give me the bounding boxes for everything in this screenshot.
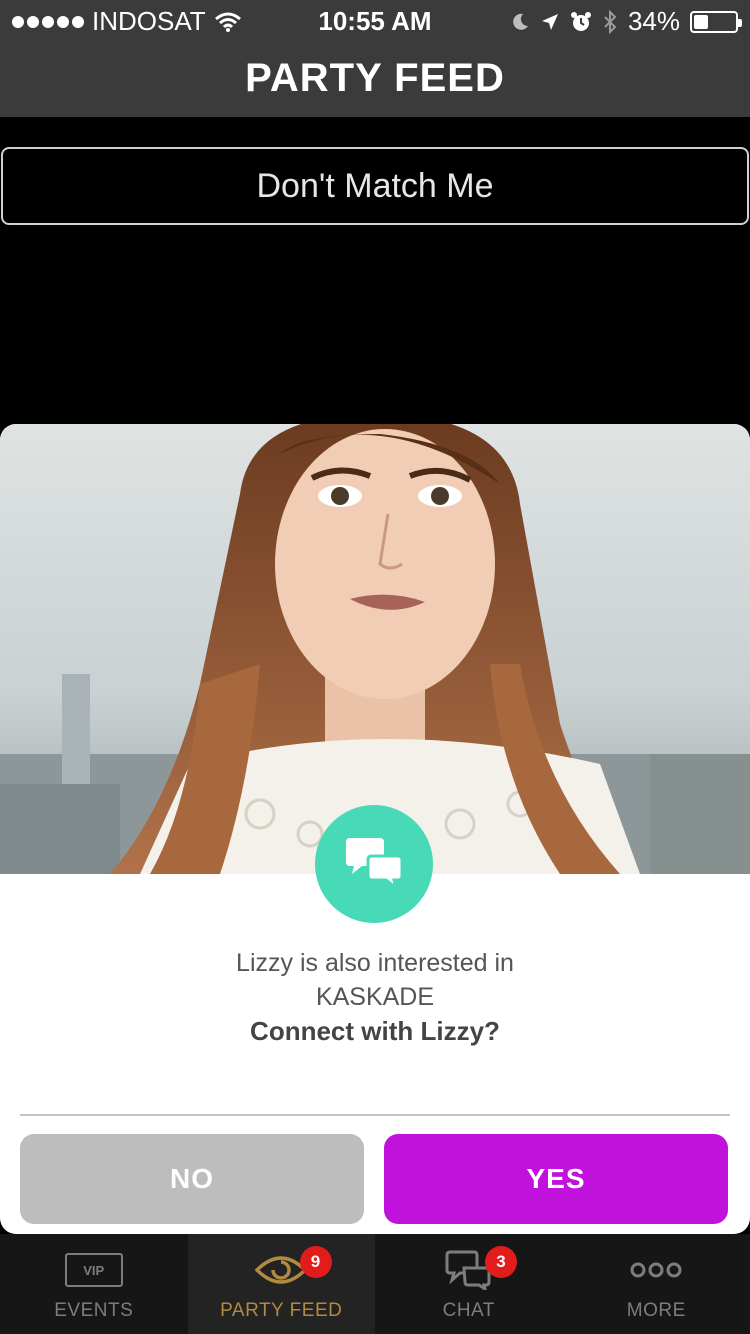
chat-badge: 3 — [485, 1246, 517, 1278]
interest-message: Lizzy is also interested in KASKADE — [0, 946, 750, 1014]
tab-party-feed[interactable]: 9 PARTY FEED — [187, 1234, 375, 1334]
interest-line-1: Lizzy is also interested in — [236, 949, 514, 977]
tab-bar: VIP EVENTS 9 PARTY FEED 3 CHAT MORE — [0, 1234, 750, 1334]
status-bar: INDOSAT 10:55 AM 34% — [0, 0, 750, 40]
divider — [20, 1114, 730, 1116]
tab-events[interactable]: VIP EVENTS — [0, 1234, 188, 1334]
location-arrow-icon — [541, 13, 558, 30]
battery-icon — [690, 10, 742, 33]
status-right: 34% — [510, 6, 742, 37]
chat-bubbles-icon — [315, 805, 433, 923]
connect-prompt: Connect with Lizzy? — [250, 1016, 500, 1046]
tab-label: PARTY FEED — [220, 1300, 343, 1321]
match-card: Lizzy is also interested in KASKADE Conn… — [0, 424, 750, 1234]
yes-button[interactable]: YES — [384, 1134, 728, 1224]
more-icon — [629, 1250, 683, 1290]
tab-chat[interactable]: 3 CHAT — [375, 1234, 563, 1334]
moon-icon — [513, 13, 528, 30]
battery-fill — [694, 14, 708, 29]
dont-match-me-button[interactable]: Don't Match Me — [1, 147, 749, 225]
app-header: PARTY FEED — [0, 40, 750, 117]
page-title: PARTY FEED — [245, 56, 505, 100]
tab-label: CHAT — [442, 1300, 495, 1321]
screen: INDOSAT 10:55 AM 34% PARTY FEED Don't Ma… — [0, 0, 750, 1334]
no-button[interactable]: NO — [20, 1134, 364, 1224]
tab-label: MORE — [626, 1300, 686, 1321]
tab-more[interactable]: MORE — [563, 1234, 750, 1334]
tab-label: EVENTS — [54, 1300, 134, 1321]
alarm-icon — [570, 11, 591, 31]
eye-icon — [255, 1250, 308, 1290]
interest-line-2: KASKADE — [315, 983, 435, 1011]
battery-percent: 34% — [627, 6, 680, 36]
bluetooth-icon — [604, 9, 617, 34]
party-feed-badge: 9 — [299, 1246, 332, 1278]
vip-icon: VIP — [64, 1250, 123, 1290]
